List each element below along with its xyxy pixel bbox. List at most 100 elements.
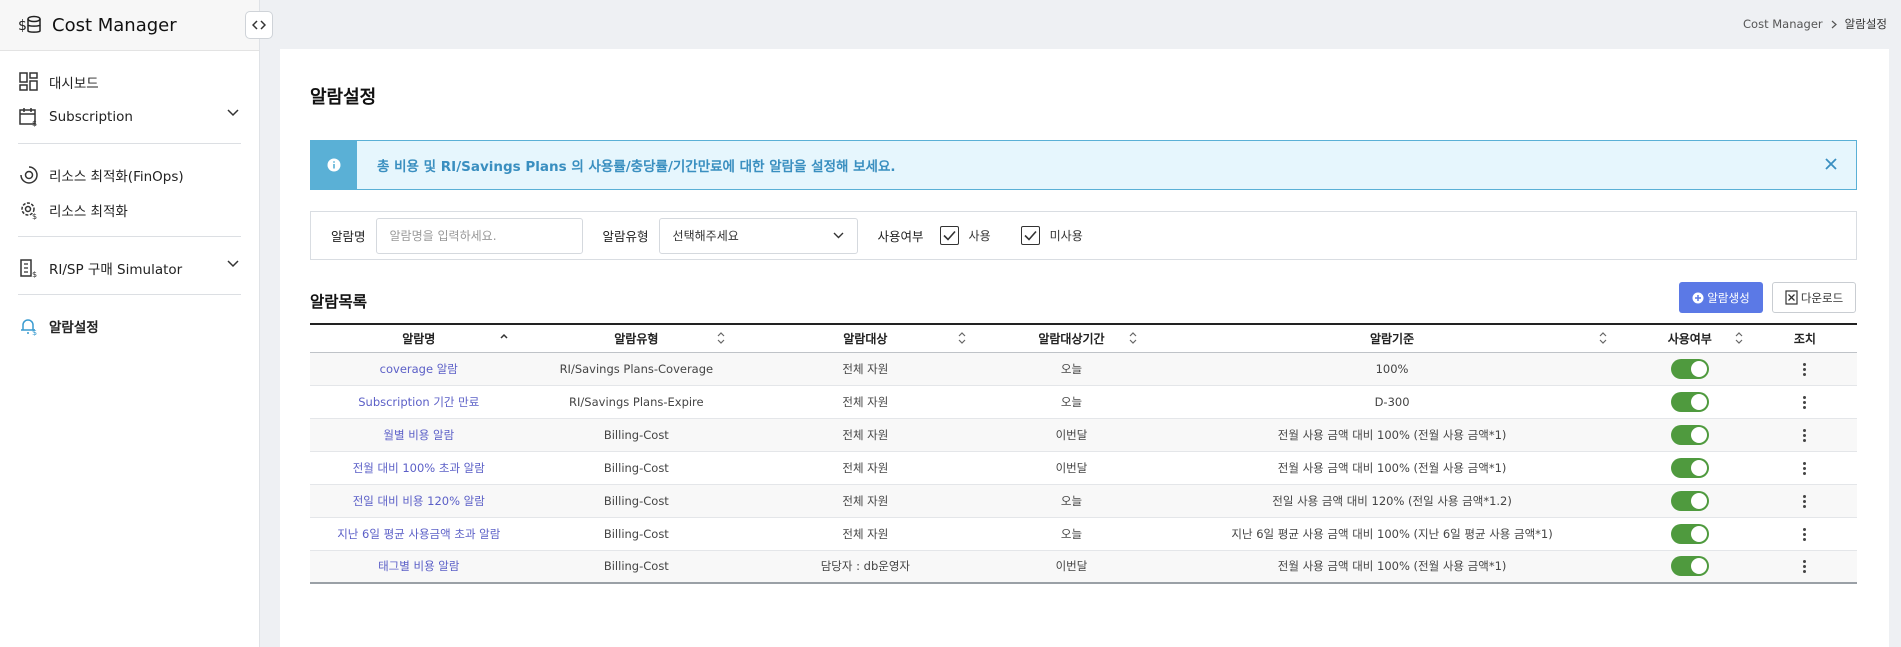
- check-icon: [942, 230, 956, 241]
- alarm-name-link[interactable]: 전월 대비 100% 초과 알람: [310, 451, 528, 484]
- menu-divider: [18, 294, 241, 295]
- building-dollar-icon: $: [18, 257, 40, 279]
- table-row: 태그별 비용 알람 Billing-Cost 담당자 : db운영자 이번달 전…: [310, 550, 1857, 583]
- eye-icon: [18, 164, 40, 186]
- col-header-enabled[interactable]: 사용여부: [1627, 324, 1753, 352]
- alarm-name-link[interactable]: 지난 6일 평균 사용금액 초과 알람: [310, 517, 528, 550]
- unuse-checkbox-label: 미사용: [1049, 229, 1083, 243]
- alarm-name-input[interactable]: 알람명을 입력하세요.: [375, 217, 583, 254]
- bell-dollar-icon: $: [18, 315, 40, 337]
- breadcrumb: Cost Manager 알람설정: [1743, 16, 1887, 32]
- app-title: Cost Manager: [52, 14, 177, 36]
- sidebar-item-label: RI/SP 구매 Simulator: [49, 261, 183, 278]
- sidebar-item-alarm-settings[interactable]: $ 알람설정: [0, 308, 259, 343]
- create-alarm-button[interactable]: 알람생성: [1679, 282, 1763, 313]
- enabled-toggle[interactable]: [1670, 457, 1709, 478]
- sidebar-item-finops[interactable]: 리소스 최적화(FinOps): [0, 157, 259, 192]
- table-row: 전월 대비 100% 초과 알람 Billing-Cost 전체 자원 이번달 …: [310, 451, 1857, 484]
- info-notice: 총 비용 및 RI/Savings Plans 의 사용률/충당률/기간만료에 …: [310, 140, 1857, 190]
- alarm-type-cell: Billing-Cost: [603, 526, 669, 541]
- enabled-toggle[interactable]: [1670, 490, 1709, 511]
- alarm-target-cell: 전체 자원: [842, 460, 889, 475]
- alarm-table-body: coverage 알람 RI/Savings Plans-Coverage 전체…: [310, 352, 1857, 583]
- alarm-type-cell: RI/Savings Plans-Coverage: [559, 361, 714, 376]
- alarm-period-cell: 오늘: [1060, 526, 1083, 541]
- gear-dollar-icon: $: [18, 199, 40, 221]
- calendar-icon: $: [18, 106, 40, 128]
- use-checkbox-label: 사용: [968, 229, 991, 243]
- more-actions-icon[interactable]: [1803, 362, 1807, 376]
- enabled-toggle[interactable]: [1670, 523, 1709, 544]
- sidebar-item-dashboard[interactable]: 대시보드: [0, 64, 259, 99]
- enabled-toggle[interactable]: [1670, 391, 1709, 412]
- main-card: 알람설정 총 비용 및 RI/Savings Plans 의 사용률/충당률/기…: [280, 49, 1889, 647]
- enabled-toggle[interactable]: [1670, 556, 1709, 577]
- alarm-type-select[interactable]: 선택해주세요: [658, 217, 858, 254]
- check-icon: [1024, 230, 1037, 241]
- chevron-down-icon: [833, 232, 844, 239]
- alarm-period-cell: 이번달: [1055, 559, 1088, 574]
- table-row: 월별 비용 알람 Billing-Cost 전체 자원 이번달 전월 사용 금액…: [310, 418, 1857, 451]
- sidebar-toggle-button[interactable]: [245, 11, 273, 39]
- table-row: coverage 알람 RI/Savings Plans-Coverage 전체…: [310, 352, 1857, 385]
- alarm-criteria-cell: 전일 사용 금액 대비 120% (전일 사용 금액*1.2): [1272, 493, 1512, 508]
- alarm-criteria-cell: 전월 사용 금액 대비 100% (전월 사용 금액*1): [1277, 427, 1507, 442]
- alarm-type-cell: Billing-Cost: [603, 559, 669, 574]
- sidebar-item-subscription[interactable]: $ Subscription: [0, 99, 259, 134]
- menu-divider: [18, 143, 241, 144]
- sidebar-item-label: Subscription: [49, 108, 133, 125]
- sidebar-item-risp-simulator[interactable]: $ RI/SP 구매 Simulator: [0, 250, 259, 285]
- chevron-down-icon: [227, 260, 239, 268]
- alarm-name-label: 알람명: [331, 229, 366, 244]
- sort-icon: [1599, 332, 1607, 344]
- alarm-name-link[interactable]: 전일 대비 비용 120% 알람: [310, 484, 528, 517]
- alarm-period-cell: 오늘: [1060, 361, 1083, 376]
- unuse-checkbox[interactable]: [1020, 226, 1040, 245]
- alarm-period-cell: 오늘: [1060, 394, 1083, 409]
- more-actions-icon[interactable]: [1803, 461, 1807, 475]
- more-actions-icon[interactable]: [1803, 494, 1807, 508]
- sort-icon: [717, 332, 725, 344]
- more-actions-icon[interactable]: [1803, 395, 1807, 409]
- code-chevrons-icon: [252, 20, 266, 30]
- page-title: 알람설정: [310, 87, 377, 108]
- col-header-name[interactable]: 알람명: [310, 324, 528, 352]
- alarm-criteria-cell: 전월 사용 금액 대비 100% (전월 사용 금액*1): [1277, 559, 1507, 574]
- sidebar-item-label: 대시보드: [49, 75, 99, 92]
- chevron-right-icon: [1831, 20, 1837, 28]
- more-actions-icon[interactable]: [1803, 428, 1807, 442]
- alarm-name-link[interactable]: Subscription 기간 만료: [310, 385, 528, 418]
- alarm-target-cell: 전체 자원: [842, 493, 889, 508]
- download-button[interactable]: 다운로드: [1772, 282, 1856, 313]
- alarm-name-link[interactable]: 월별 비용 알람: [310, 418, 528, 451]
- alarm-name-link[interactable]: coverage 알람: [310, 352, 528, 385]
- col-header-period[interactable]: 알람대상기간: [986, 324, 1158, 352]
- more-actions-icon[interactable]: [1803, 527, 1807, 541]
- alarm-type-cell: Billing-Cost: [603, 493, 669, 508]
- col-header-target[interactable]: 알람대상: [745, 324, 985, 352]
- sort-icon: [1735, 332, 1743, 344]
- col-header-type[interactable]: 알람유형: [528, 324, 746, 352]
- sidebar-item-resource-optimization[interactable]: $ 리소스 최적화: [0, 192, 259, 227]
- sidebar-item-label: 리소스 최적화(FinOps): [49, 168, 184, 185]
- alarm-period-cell: 이번달: [1055, 427, 1088, 442]
- use-checkbox[interactable]: [939, 226, 959, 245]
- sidebar-item-label: 리소스 최적화: [49, 203, 128, 220]
- table-row: Subscription 기간 만료 RI/Savings Plans-Expi…: [310, 385, 1857, 418]
- alarm-name-link[interactable]: 태그별 비용 알람: [310, 550, 528, 583]
- enabled-toggle[interactable]: [1670, 424, 1709, 445]
- notice-text: 총 비용 및 RI/Savings Plans 의 사용률/충당률/기간만료에 …: [377, 159, 896, 175]
- table-row: 지난 6일 평균 사용금액 초과 알람 Billing-Cost 전체 자원 오…: [310, 517, 1857, 550]
- alarm-period-cell: 오늘: [1060, 493, 1083, 508]
- more-actions-icon[interactable]: [1803, 560, 1807, 574]
- chevron-down-icon: [227, 109, 239, 117]
- sidebar-menu: 대시보드 $ Subscription 리소스 최적화(FinOps) $ 리소…: [0, 51, 259, 343]
- close-icon[interactable]: [1824, 157, 1838, 171]
- alarm-target-cell: 전체 자원: [842, 361, 889, 376]
- alarm-type-cell: Billing-Cost: [603, 427, 669, 442]
- alarm-target-cell: 전체 자원: [842, 526, 889, 541]
- sort-icon: [958, 332, 966, 344]
- enabled-toggle[interactable]: [1670, 358, 1709, 379]
- col-header-criteria[interactable]: 알람기준: [1157, 324, 1626, 352]
- breadcrumb-root[interactable]: Cost Manager: [1743, 17, 1823, 31]
